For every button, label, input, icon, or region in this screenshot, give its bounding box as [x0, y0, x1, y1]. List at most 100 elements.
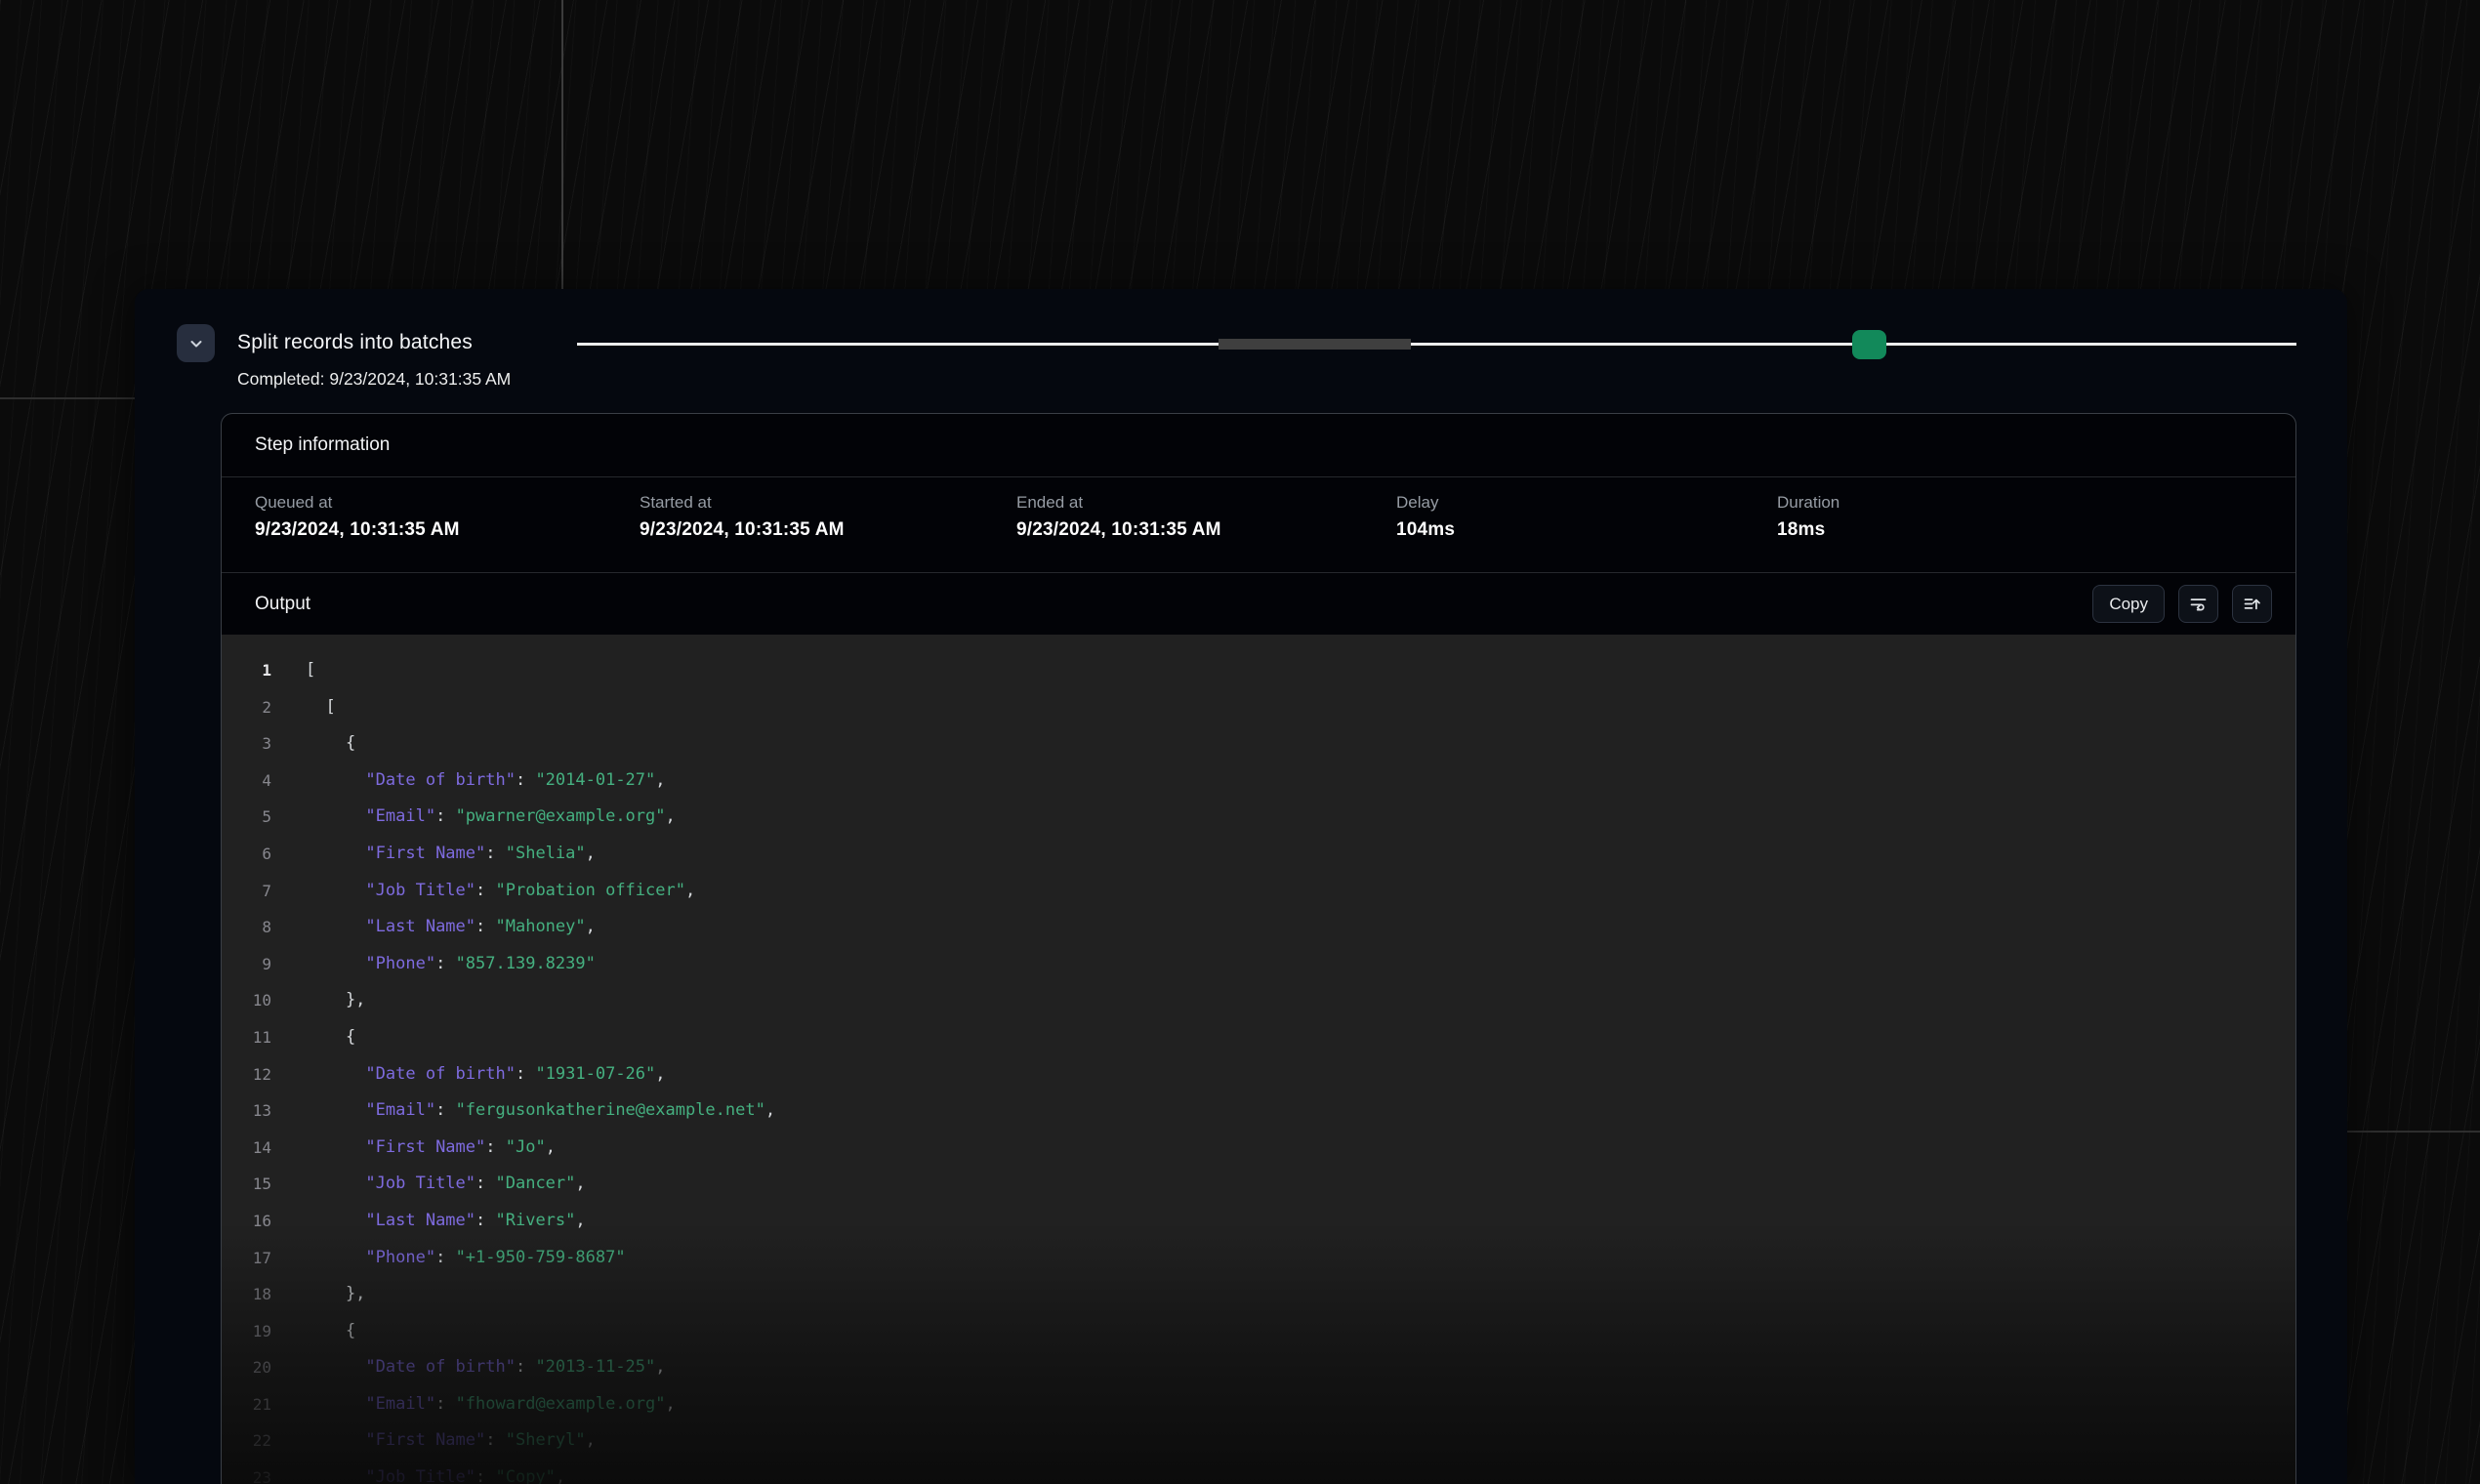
json-punctuation: ,: [655, 770, 665, 790]
json-string-value: "857.139.8239": [456, 954, 596, 973]
line-number: 9: [222, 946, 271, 983]
step-information-title: Step information: [255, 434, 390, 456]
timeline-track[interactable]: [577, 343, 2296, 346]
json-punctuation: :: [516, 1357, 535, 1377]
json-key: "First Name": [365, 844, 485, 863]
line-number: 3: [222, 725, 271, 763]
json-punctuation: [306, 1211, 365, 1230]
json-punctuation: ,: [655, 1064, 665, 1084]
run-timeline-slider[interactable]: [577, 326, 2296, 365]
json-punctuation: :: [475, 1211, 495, 1230]
json-punctuation: [306, 1174, 365, 1193]
line-number: 23: [222, 1460, 271, 1484]
wrap-lines-button[interactable]: [2178, 585, 2218, 623]
json-string-value: "Probation officer": [496, 881, 685, 900]
code-text: "Job Title": "Probation officer",: [271, 873, 695, 910]
code-line: 4 "Date of birth": "2014-01-27",: [222, 763, 2295, 800]
code-text: "Job Title": "Dancer",: [271, 1166, 586, 1203]
json-string-value: "Jo": [506, 1137, 546, 1157]
line-number: 12: [222, 1056, 271, 1093]
copy-output-button[interactable]: Copy: [2092, 585, 2165, 623]
code-line: 6 "First Name": "Shelia",: [222, 836, 2295, 873]
code-text: "Phone": "+1-950-759-8687": [271, 1240, 626, 1277]
code-line: 8 "Last Name": "Mahoney",: [222, 909, 2295, 946]
code-text: },: [271, 1276, 365, 1313]
json-key: "Last Name": [365, 1211, 475, 1230]
json-punctuation: [306, 844, 365, 863]
json-punctuation: },: [306, 990, 365, 1010]
code-line: 13 "Email": "fergusonkatherine@example.n…: [222, 1092, 2295, 1130]
code-text: },: [271, 982, 365, 1019]
meta-value: 9/23/2024, 10:31:35 AM: [640, 519, 1016, 541]
output-header: Output Copy: [222, 573, 2295, 635]
code-line: 14 "First Name": "Jo",: [222, 1130, 2295, 1167]
code-text: "Email": "pwarner@example.org",: [271, 799, 676, 836]
line-number: 19: [222, 1313, 271, 1350]
code-text: "Last Name": "Rivers",: [271, 1203, 586, 1240]
json-key: "Date of birth": [365, 770, 516, 790]
code-text: [: [271, 689, 336, 726]
step-information-header: Step information: [222, 414, 2295, 477]
json-punctuation: {: [306, 1321, 355, 1340]
chevron-down-icon: [188, 336, 204, 351]
json-punctuation: [306, 1394, 365, 1414]
code-text: "Last Name": "Mahoney",: [271, 909, 596, 946]
json-string-value: "2014-01-27": [535, 770, 655, 790]
line-number: 15: [222, 1166, 271, 1203]
json-punctuation: ,: [575, 1174, 585, 1193]
code-line: 20 "Date of birth": "2013-11-25",: [222, 1349, 2295, 1386]
json-key: "Email": [365, 1394, 435, 1414]
collapse-step-button[interactable]: [177, 324, 215, 362]
meta-value: 18ms: [1777, 519, 2295, 541]
step-meta-field: Duration18ms: [1777, 493, 2295, 572]
step-title: Split records into batches: [237, 331, 473, 354]
json-string-value: "1931-07-26": [535, 1064, 655, 1084]
code-text: {: [271, 1019, 355, 1056]
json-punctuation: {: [306, 1027, 355, 1047]
json-punctuation: {: [306, 733, 355, 753]
line-number: 21: [222, 1386, 271, 1423]
json-string-value: "fergusonkatherine@example.net": [456, 1100, 765, 1120]
code-line: 3 {: [222, 725, 2295, 763]
meta-value: 9/23/2024, 10:31:35 AM: [1016, 519, 1396, 541]
timeline-handle[interactable]: [1852, 330, 1886, 359]
background-horizontal-line-left: [0, 397, 137, 399]
json-string-value: "Sheryl": [506, 1430, 586, 1450]
json-punctuation: ,: [666, 1394, 676, 1414]
json-string-value: "Shelia": [506, 844, 586, 863]
json-punctuation: [306, 806, 365, 826]
step-meta-field: Started at9/23/2024, 10:31:35 AM: [640, 493, 1016, 572]
json-punctuation: [306, 954, 365, 973]
code-line: 17 "Phone": "+1-950-759-8687": [222, 1240, 2295, 1277]
code-line: 16 "Last Name": "Rivers",: [222, 1203, 2295, 1240]
json-string-value: "2013-11-25": [535, 1357, 655, 1377]
code-line: 7 "Job Title": "Probation officer",: [222, 873, 2295, 910]
json-punctuation: :: [435, 954, 455, 973]
code-line: 9 "Phone": "857.139.8239": [222, 946, 2295, 983]
meta-label: Ended at: [1016, 493, 1396, 513]
json-punctuation: :: [475, 1467, 495, 1484]
json-punctuation: ,: [666, 806, 676, 826]
output-code-viewer[interactable]: 1[2 [3 {4 "Date of birth": "2014-01-27",…: [222, 635, 2295, 1484]
line-number: 18: [222, 1276, 271, 1313]
step-completed-timestamp: Completed: 9/23/2024, 10:31:35 AM: [237, 369, 511, 390]
json-punctuation: ,: [586, 844, 596, 863]
json-key: "First Name": [365, 1430, 485, 1450]
line-number: 5: [222, 799, 271, 836]
code-line: 23 "Job Title": "Copy",: [222, 1460, 2295, 1484]
code-text: "Email": "fhoward@example.org",: [271, 1386, 676, 1423]
json-punctuation: ,: [546, 1137, 556, 1157]
json-punctuation: [306, 1248, 365, 1267]
json-punctuation: :: [435, 1394, 455, 1414]
meta-label: Delay: [1396, 493, 1777, 513]
code-line: 10 },: [222, 982, 2295, 1019]
json-key: "Job Title": [365, 1174, 475, 1193]
json-punctuation: [306, 1430, 365, 1450]
line-number: 7: [222, 873, 271, 910]
code-line: 12 "Date of birth": "1931-07-26",: [222, 1056, 2295, 1093]
scroll-to-top-button[interactable]: [2232, 585, 2272, 623]
json-punctuation: ,: [556, 1467, 565, 1484]
json-punctuation: :: [485, 1137, 505, 1157]
json-punctuation: [306, 917, 365, 936]
json-key: "Date of birth": [365, 1357, 516, 1377]
